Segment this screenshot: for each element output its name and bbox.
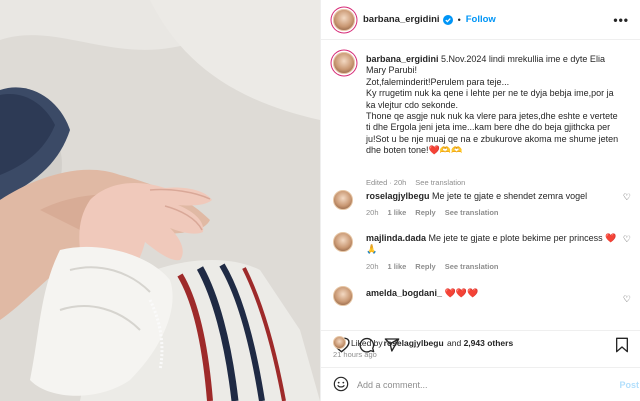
comment-avatar[interactable] [333, 286, 353, 306]
caption-block: barbana_ergidini 5.Nov.2024 lindi mrekul… [333, 52, 633, 202]
caption-see-translation[interactable]: See translation [415, 178, 465, 187]
caption-meta: Edited · 20h See translation [366, 178, 466, 187]
comment-item: majlinda.dada Me jete te gjate e plote b… [333, 231, 633, 271]
comment-reply-button[interactable]: Reply [415, 262, 435, 271]
instagram-post-view: barbana_ergidini • Follow ••• barbana_er… [0, 0, 640, 401]
comment-like-heart-icon[interactable]: ♡ [623, 234, 631, 245]
comment-text: roselagjylbegu Me jete te gjate e shende… [366, 191, 619, 202]
post-photo[interactable] [0, 0, 320, 401]
comment-item: amelda_bogdani_ ❤️❤️❤️ ♡ [333, 286, 633, 326]
comments-scroll-area[interactable]: barbana_ergidini 5.Nov.2024 lindi mrekul… [321, 40, 640, 330]
comment-meta: 20h 1 like Reply See translation [366, 208, 508, 217]
comment-time: 20h [366, 208, 379, 217]
comment-username[interactable]: roselagjylbegu [366, 191, 430, 201]
comment-like-heart-icon[interactable]: ♡ [623, 294, 631, 305]
post-header: barbana_ergidini • Follow ••• [321, 0, 640, 40]
comment-body: ❤️❤️❤️ [442, 288, 479, 298]
add-comment-bar: Add a comment... Post [321, 367, 640, 401]
comment-username[interactable]: majlinda.dada [366, 233, 426, 243]
liker-username[interactable]: roselagjylbegu [384, 338, 444, 348]
comment-input[interactable]: Add a comment... [357, 380, 428, 390]
edited-label: Edited [366, 178, 388, 187]
comment-likes[interactable]: 1 like [388, 262, 407, 271]
comment-avatar[interactable] [333, 232, 353, 252]
baby-hand-photo [0, 0, 320, 401]
comment-time: 20h [366, 262, 379, 271]
comment-meta: 20h 1 like Reply See translation [366, 262, 508, 271]
comment-like-heart-icon[interactable]: ♡ [623, 192, 631, 203]
comment-item: roselagjylbegu Me jete te gjate e shende… [333, 189, 633, 229]
more-icon[interactable]: ••• [613, 13, 629, 27]
likes-mid: and [444, 337, 464, 348]
comment-avatar[interactable] [333, 190, 353, 210]
emoji-icon[interactable] [333, 376, 349, 392]
comment-username[interactable]: amelda_bogdani_ [366, 288, 442, 298]
separator-dot: • [457, 14, 461, 25]
caption-time: 20h [393, 178, 407, 187]
comment-see-translation[interactable]: See translation [445, 208, 499, 217]
comment-likes[interactable]: 1 like [388, 208, 407, 217]
caption-body: 5.Nov.2024 lindi mrekullia ime e dyte El… [366, 54, 619, 156]
verified-badge-icon [442, 14, 453, 25]
comment-see-translation[interactable]: See translation [445, 262, 499, 271]
caption-text: barbana_ergidini 5.Nov.2024 lindi mrekul… [366, 54, 619, 157]
comment-body: Me jete te gjate e shendet zemra vogel [429, 191, 588, 201]
post-time-ago[interactable]: 21 hours ago [333, 350, 377, 359]
comment-text: amelda_bogdani_ ❤️❤️❤️ [366, 288, 619, 299]
author-username[interactable]: barbana_ergidini [363, 14, 440, 25]
comment-text: majlinda.dada Me jete te gjate e plote b… [366, 233, 619, 256]
likes-count[interactable]: 2,943 others [464, 338, 514, 348]
comment-reply-button[interactable]: Reply [415, 208, 435, 217]
bookmark-icon[interactable] [615, 337, 629, 353]
caption-avatar[interactable] [333, 52, 355, 74]
post-comment-button[interactable]: Post [619, 380, 639, 390]
caption-username[interactable]: barbana_ergidini [366, 54, 439, 64]
likes-summary: Liked by roselagjylbegu and 2,943 others [333, 336, 513, 349]
likes-prefix: Liked by [351, 337, 383, 348]
liker-avatar[interactable] [333, 336, 346, 349]
follow-button[interactable]: Follow [466, 14, 496, 25]
post-details-panel: barbana_ergidini • Follow ••• barbana_er… [320, 0, 640, 401]
author-avatar[interactable] [333, 8, 355, 31]
